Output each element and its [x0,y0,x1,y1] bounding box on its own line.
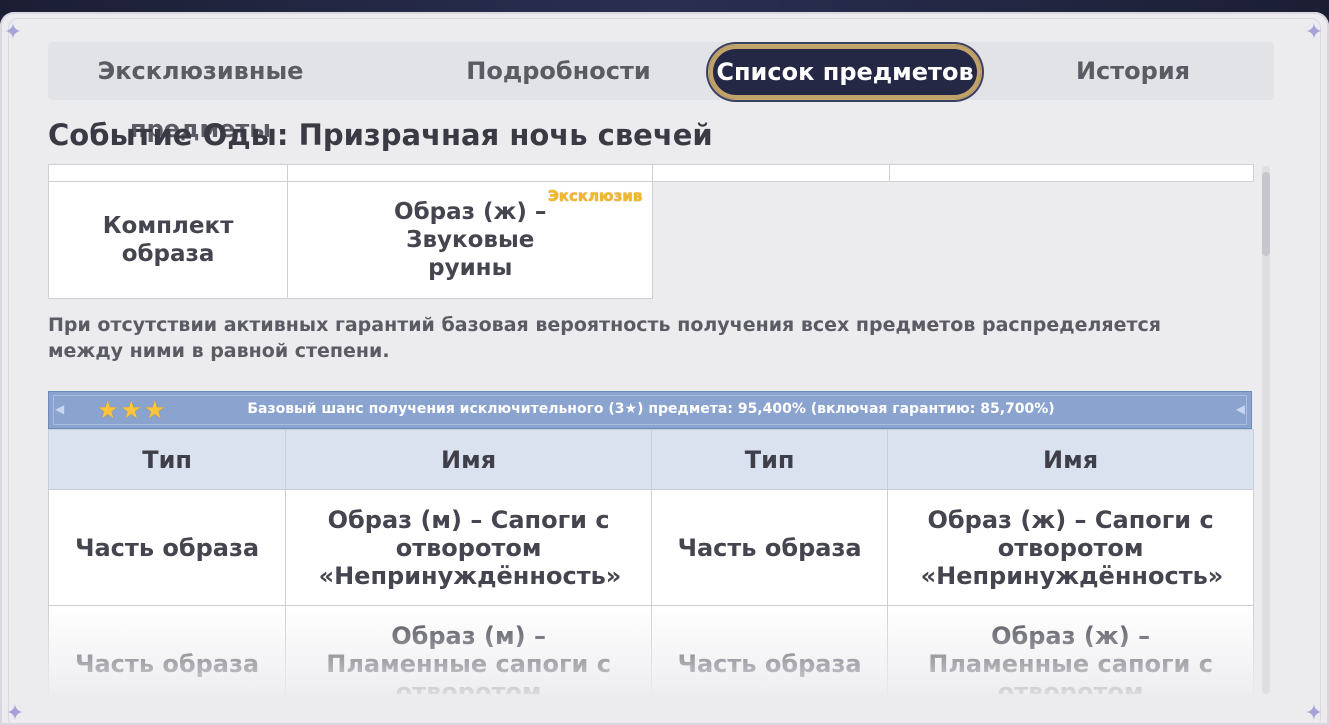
empty-cell [653,182,890,299]
cell-type: Часть образа [48,605,287,694]
content-scroll-area[interactable]: Комплект образа Эксклюзив Образ (ж) – Зв… [48,164,1254,694]
table-row: Часть образа Образ (м) – Пламенные сапог… [48,605,1254,695]
empty-cell [890,182,1254,299]
cell-name: Эксклюзив Образ (ж) – Звуковые руины [287,181,654,299]
table-cell [287,164,654,182]
cell-type-text: Комплект образа [102,213,234,267]
corner-sparkle-icon: ✦ [3,20,23,45]
cell-type: Часть образа [650,489,889,606]
header-type: Тип [650,429,889,490]
cell-name: Образ (ж) – Пламенные сапоги с отворотом [887,605,1254,695]
tab-exclusive-items[interactable]: Эксклюзивные предметы [48,42,353,143]
header-name: Имя [285,429,652,490]
cell-name: Образ (м) – Сапоги с отворотом «Непринуж… [285,489,652,606]
corner-sparkle-icon: ✦ [1304,20,1324,45]
cell-name-text: Образ (ж) – Звуковые руины [394,199,547,281]
corner-sparkle-icon: ✦ [1304,701,1324,725]
rarity-banner: ◀ ★★★ Базовый шанс получения исключитель… [48,391,1252,429]
tab-bar: Эксклюзивные предметы Подробности Список… [48,42,1274,143]
cell-name-text: Образ (м) – Пламенные сапоги с отворотом [326,621,611,695]
corner-sparkle-icon: ✦ [5,701,25,725]
exclusive-badge: Эксклюзив [547,187,643,205]
table-row-partial [48,164,1254,182]
cell-type: Комплект образа [48,181,289,299]
header-name: Имя [887,429,1254,490]
cell-name: Образ (ж) – Сапоги с отворотом «Непринуж… [887,489,1254,606]
items-table: Тип Имя Тип Имя Часть образа Образ (м) –… [48,429,1254,694]
table-cell [889,164,1254,182]
cell-name-text: Образ (м) – Сапоги с отворотом «Непринуж… [318,505,622,590]
scrollbar-thumb[interactable] [1262,172,1270,256]
cell-name-text: Образ (ж) – Сапоги с отворотом «Непринуж… [920,505,1224,590]
tab-history[interactable]: История [1003,42,1263,100]
tab-item-list[interactable]: Список предметов [708,44,982,100]
cell-type: Часть образа [48,489,287,606]
items-table-partial: Комплект образа Эксклюзив Образ (ж) – Зв… [48,164,1254,299]
cell-name-text: Образ (ж) – Пламенные сапоги с отворотом [928,621,1213,695]
cell-type: Часть образа [650,605,889,694]
table-row: Комплект образа Эксклюзив Образ (ж) – Зв… [48,181,1254,299]
probability-note: При отсутствии активных гарантий базовая… [48,314,1161,362]
vertical-scrollbar[interactable] [1262,166,1270,694]
table-header-row: Тип Имя Тип Имя [48,429,1254,490]
page-title: Событие Оды: Призрачная ночь свечей [48,118,713,152]
table-row: Часть образа Образ (м) – Сапоги с отворо… [48,489,1254,606]
table-cell [652,164,891,182]
tab-details[interactable]: Подробности [406,42,711,100]
cell-name: Образ (м) – Пламенные сапоги с отворотом [285,605,652,695]
table-cell [48,164,289,182]
banner-chance-text: Базовый шанс получения исключительного (… [247,401,1055,417]
header-type: Тип [48,429,287,490]
banner-arrow-right-icon: ◀ [1235,402,1245,416]
